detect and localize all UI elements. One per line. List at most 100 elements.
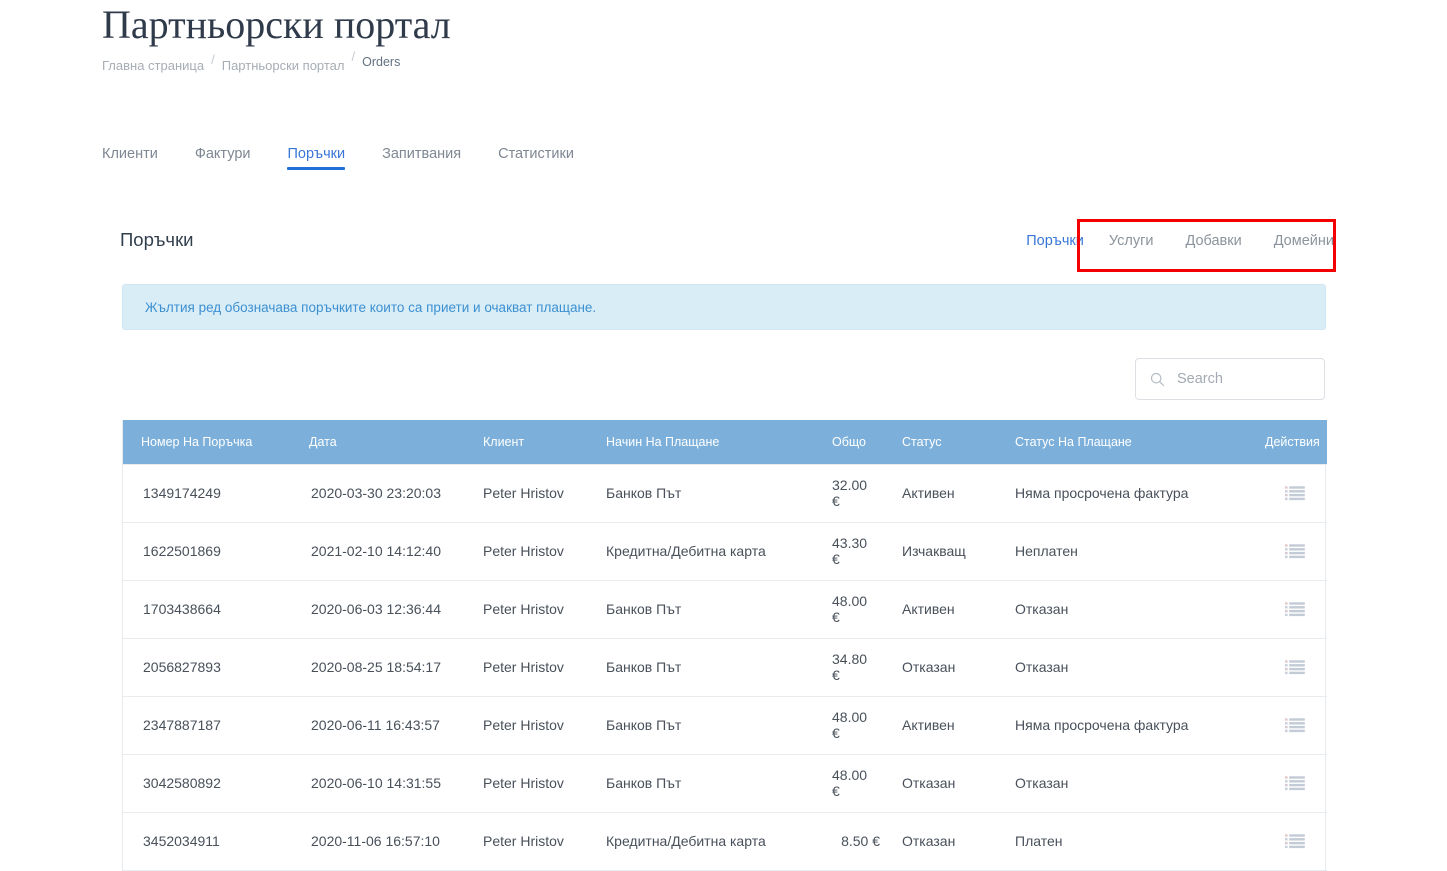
- cell-total: 48.00 €: [832, 696, 902, 755]
- order-total: 48.00 €: [832, 767, 868, 799]
- table-row[interactable]: 2056827893 2020-08-25 18:54:17 Peter Hrist…: [123, 638, 1327, 697]
- cell-client: Peter Hristov: [483, 812, 606, 871]
- tab-3[interactable]: Поръчки: [287, 146, 345, 178]
- cell-actions: [1265, 754, 1327, 813]
- list-icon[interactable]: [1285, 718, 1305, 733]
- cell-payment-status: Платен: [1015, 812, 1265, 871]
- cell-payment-status: Няма просрочена фактура: [1015, 463, 1265, 523]
- breadcrumb-separator: /: [211, 52, 215, 67]
- cell-client: Peter Hristov: [483, 696, 606, 755]
- table-row[interactable]: 3452034911 2020-11-06 16:57:10 Peter Hrist…: [123, 812, 1327, 871]
- cell-actions: [1265, 812, 1327, 871]
- subnav-item-4[interactable]: Домейни: [1274, 233, 1334, 249]
- search-input[interactable]: [1175, 370, 1314, 388]
- breadcrumb: Главна страница / Партньорски портал / Order…: [102, 49, 400, 74]
- cell-payment-method: Кредитна/Дебитна карта: [606, 522, 832, 581]
- page-root: Партньорски портал Главна страница / Партн…: [0, 0, 1447, 871]
- cell-order-no: 3452034911: [123, 812, 291, 871]
- cell-total: 43.30 €: [832, 522, 902, 581]
- orders-subnav: Поръчки Услуги Добавки Домейни: [1026, 233, 1334, 249]
- tab-4[interactable]: Запитвания: [382, 146, 461, 178]
- list-icon[interactable]: [1285, 544, 1305, 559]
- breadcrumb-item-2[interactable]: Партньорски портал: [222, 58, 345, 74]
- table-row[interactable]: 1703438664 2020-06-03 12:36:44 Peter Hrist…: [123, 580, 1327, 639]
- orders-table-body: 1349174249 2020-03-30 23:20:03 Peter Hrist…: [123, 463, 1327, 871]
- list-icon[interactable]: [1285, 660, 1305, 675]
- info-alert-text: Жълтия ред обозначава поръчките които са…: [145, 299, 597, 315]
- cell-payment-method: Банков Път: [606, 754, 832, 813]
- cell-date: 2021-02-10 14:12:40: [291, 522, 483, 581]
- list-icon[interactable]: [1285, 486, 1305, 501]
- search-box[interactable]: [1135, 358, 1325, 400]
- cell-order-no: 2056827893: [123, 638, 291, 697]
- column-header-5[interactable]: Общо: [832, 420, 902, 464]
- table-row[interactable]: 1349174249 2020-03-30 23:20:03 Peter Hrist…: [123, 463, 1327, 523]
- main-tab-bar: Клиенти Фактури Поръчки Запитвания Статистик…: [102, 146, 574, 178]
- card-title: Поръчки: [120, 229, 194, 250]
- order-total: 48.00 €: [832, 593, 868, 625]
- cell-total: 34.80 €: [832, 638, 902, 697]
- cell-date: 2020-03-30 23:20:03: [291, 463, 483, 523]
- cell-client: Peter Hristov: [483, 754, 606, 813]
- table-row[interactable]: 3042580892 2020-06-10 14:31:55 Peter Hrist…: [123, 754, 1327, 813]
- card-header: Поръчки Поръчки Услуги Добавки Домейни: [102, 210, 1345, 272]
- search-icon: [1150, 372, 1165, 386]
- cell-client: Peter Hristov: [483, 580, 606, 639]
- column-header-4[interactable]: Начин На Плащане: [606, 420, 832, 464]
- cell-order-no: 3042580892: [123, 754, 291, 813]
- column-header-1[interactable]: Номер На Поръчка: [123, 420, 291, 464]
- subnav-item-1[interactable]: Поръчки: [1026, 233, 1084, 249]
- column-header-8[interactable]: Действия: [1265, 420, 1327, 464]
- cell-status: Отказан: [902, 754, 1015, 813]
- tab-2[interactable]: Фактури: [195, 146, 251, 178]
- orders-table-container: Номер На Поръчка Дата Клиент Начин На Плаща…: [122, 420, 1327, 871]
- cell-order-no: 1703438664: [123, 580, 291, 639]
- list-icon[interactable]: [1285, 834, 1305, 849]
- subnav-item-3[interactable]: Добавки: [1185, 233, 1241, 249]
- tab-1[interactable]: Клиенти: [102, 146, 158, 178]
- list-icon[interactable]: [1285, 776, 1305, 791]
- subnav-item-2[interactable]: Услуги: [1109, 233, 1154, 249]
- cell-payment-method: Банков Път: [606, 638, 832, 697]
- column-header-3[interactable]: Клиент: [483, 420, 606, 464]
- cell-actions: [1265, 580, 1327, 639]
- tab-5[interactable]: Статистики: [498, 146, 574, 178]
- table-header-row: Номер На Поръчка Дата Клиент Начин На Плаща…: [123, 420, 1327, 464]
- column-header-6[interactable]: Статус: [902, 420, 1015, 464]
- cell-status: Отказан: [902, 638, 1015, 697]
- table-row[interactable]: 1622501869 2021-02-10 14:12:40 Peter Hrist…: [123, 522, 1327, 581]
- orders-table-head: Номер На Поръчка Дата Клиент Начин На Плаща…: [123, 420, 1327, 464]
- cell-status: Активен: [902, 580, 1015, 639]
- cell-order-no: 1622501869: [123, 522, 291, 581]
- cell-actions: [1265, 696, 1327, 755]
- cell-payment-method: Кредитна/Дебитна карта: [606, 812, 832, 871]
- order-total: 43.30 €: [832, 535, 868, 567]
- column-header-7[interactable]: Статус На Плащане: [1015, 420, 1265, 464]
- cell-date: 2020-08-25 18:54:17: [291, 638, 483, 697]
- cell-payment-method: Банков Път: [606, 696, 832, 755]
- cell-payment-method: Банков Път: [606, 580, 832, 639]
- cell-payment-status: Отказан: [1015, 754, 1265, 813]
- cell-actions: [1265, 638, 1327, 697]
- cell-status: Активен: [902, 463, 1015, 523]
- order-total: 48.00 €: [832, 709, 868, 741]
- cell-payment-method: Банков Път: [606, 463, 832, 523]
- breadcrumb-item-3: Orders: [362, 55, 401, 69]
- cell-order-no: 2347887187: [123, 696, 291, 755]
- cell-payment-status: Отказан: [1015, 580, 1265, 639]
- table-row[interactable]: 2347887187 2020-06-11 16:43:57 Peter Hrist…: [123, 696, 1327, 755]
- breadcrumb-item-1[interactable]: Главна страница: [102, 58, 204, 74]
- cell-date: 2020-11-06 16:57:10: [291, 812, 483, 871]
- cell-total: 48.00 €: [832, 580, 902, 639]
- cell-status: Отказан: [902, 812, 1015, 871]
- cell-date: 2020-06-11 16:43:57: [291, 696, 483, 755]
- cell-status: Изчакващ: [902, 522, 1015, 581]
- order-total: 32.00 €: [832, 477, 868, 509]
- list-icon[interactable]: [1285, 602, 1305, 617]
- orders-table: Номер На Поръчка Дата Клиент Начин На Плаща…: [123, 420, 1327, 871]
- column-header-2[interactable]: Дата: [291, 420, 483, 464]
- cell-date: 2020-06-10 14:31:55: [291, 754, 483, 813]
- cell-payment-status: Няма просрочена фактура: [1015, 696, 1265, 755]
- cell-date: 2020-06-03 12:36:44: [291, 580, 483, 639]
- page-title: Партньорски портал: [102, 2, 451, 47]
